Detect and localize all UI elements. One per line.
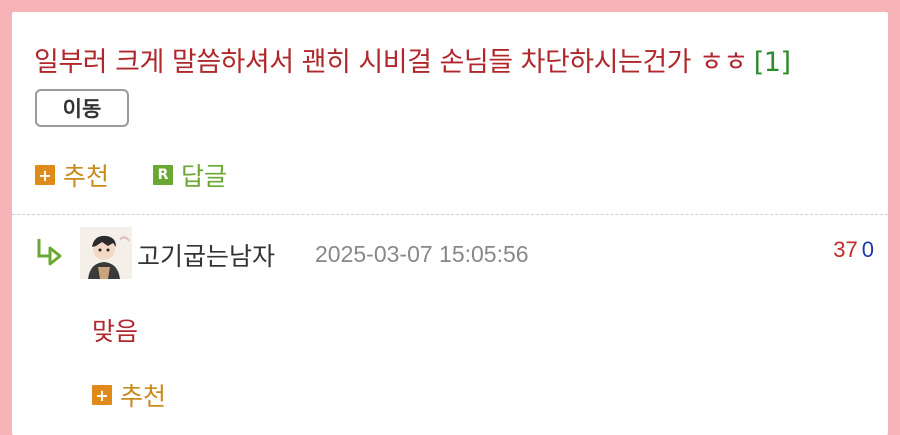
divider	[12, 214, 888, 215]
comment-datetime: 2025-03-07 15:05:56	[315, 241, 529, 267]
comment-recommend-button[interactable]: + 추천	[92, 377, 166, 413]
move-button[interactable]: 이동	[35, 89, 129, 127]
recommend-label: 추천	[63, 162, 110, 191]
comment-nickname[interactable]: 고기굽는남자	[137, 237, 275, 273]
reply-label: 답글	[181, 162, 228, 191]
post-title-line[interactable]: 일부러 크게 말씀하셔서 괜히 시비걸 손님들 차단하시는건가 ㅎㅎ [1]	[34, 40, 791, 79]
comment-panel: 일부러 크게 말씀하셔서 괜히 시비걸 손님들 차단하시는건가 ㅎㅎ [1] 이동…	[12, 12, 888, 435]
plus-icon: +	[92, 385, 112, 405]
recommend-button[interactable]: + 추천	[35, 157, 109, 193]
comment-text: 맞음	[92, 317, 139, 346]
comment-recommend-label: 추천	[120, 382, 167, 411]
reply-arrow-icon	[37, 239, 62, 266]
reply-count[interactable]: [1]	[754, 47, 791, 78]
post-title[interactable]: 일부러 크게 말씀하셔서 괜히 시비걸 손님들 차단하시는건가 ㅎㅎ	[34, 47, 748, 78]
vote-stats: 37 0	[833, 237, 874, 263]
avatar[interactable]	[80, 227, 132, 279]
plus-icon: +	[35, 165, 55, 185]
upvote-count: 37	[833, 237, 858, 262]
downvote-count: 0	[861, 237, 874, 262]
reply-r-icon: R	[153, 165, 173, 185]
reply-button[interactable]: R 답글	[153, 157, 227, 193]
